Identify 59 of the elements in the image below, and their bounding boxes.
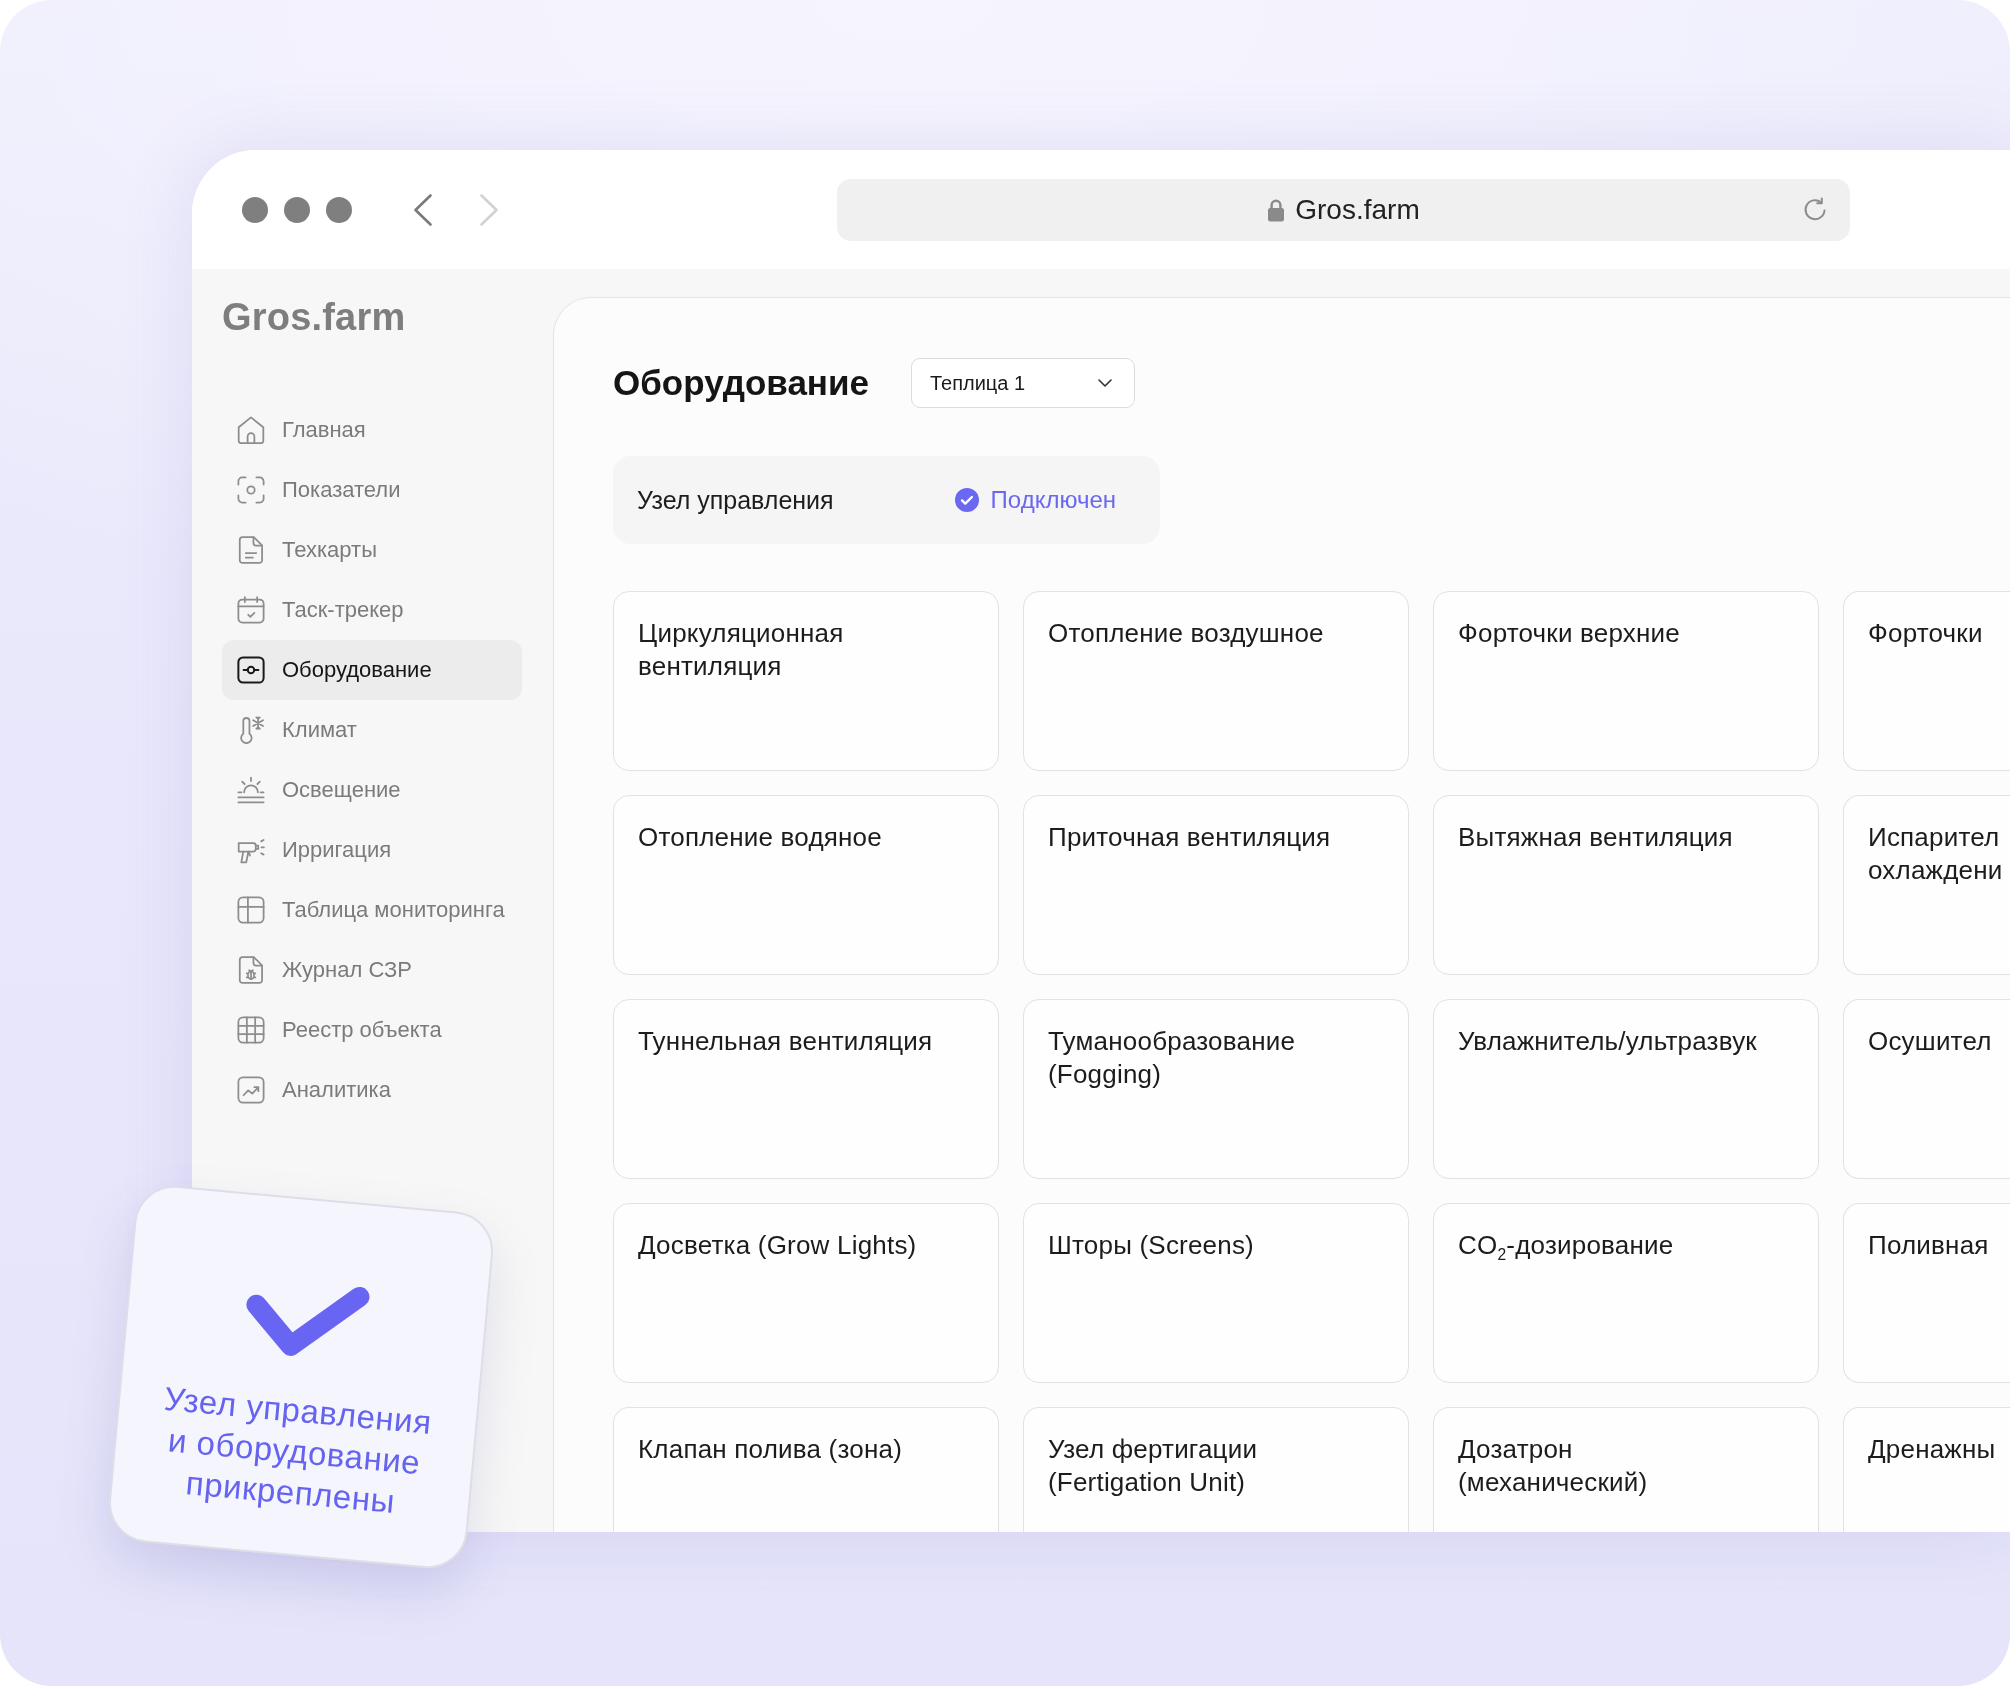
window-control-dot-icon[interactable] — [284, 196, 310, 223]
equipment-card[interactable]: Увлажнитель/ультразвук — [1433, 999, 1819, 1179]
equipment-card[interactable]: Отопление воздушное — [1023, 591, 1409, 771]
equipment-card[interactable]: Туннельная вентиляция — [613, 999, 999, 1179]
equipment-card[interactable]: Вытяжная вентиляция — [1433, 795, 1819, 975]
equipment-card[interactable]: Досветка (Grow Lights) — [613, 1203, 999, 1383]
sunrise-icon — [237, 776, 265, 804]
sidebar-item[interactable]: Главная — [222, 400, 522, 460]
node-square-icon — [237, 656, 265, 684]
equipment-card[interactable]: Поливная — [1843, 1203, 2010, 1383]
table-icon — [237, 896, 265, 924]
scan-icon — [237, 476, 265, 504]
chevron-down-icon — [1098, 379, 1112, 387]
equipment-card[interactable]: Дозатрон (механический) — [1433, 1407, 1819, 1532]
lock-icon — [1267, 197, 1286, 222]
thermometer-snowflake-icon — [237, 716, 265, 744]
equipment-card[interactable]: Циркуляционная вентиляция — [613, 591, 999, 771]
spray-gun-icon — [237, 836, 265, 864]
connection-status: Подключен — [990, 486, 1116, 514]
equipment-card[interactable]: Клапан полива (зона) — [613, 1407, 999, 1532]
sidebar-item[interactable]: Таск-трекер — [222, 580, 522, 640]
window-control-dot-icon[interactable] — [326, 196, 352, 223]
sidebar-item[interactable]: Реестр объекта — [222, 1000, 522, 1060]
chevron-left-icon[interactable] — [413, 192, 433, 227]
address-bar[interactable]: Gros.farm — [837, 178, 1850, 241]
home-icon — [237, 416, 265, 444]
greenhouse-dropdown[interactable]: Теплица 1 — [911, 358, 1135, 408]
equipment-card[interactable]: Туманообразование (Fogging) — [1023, 999, 1409, 1179]
calendar-check-icon — [237, 596, 265, 624]
page-title: Оборудование — [613, 362, 869, 404]
equipment-card[interactable]: Отопление водяное — [613, 795, 999, 975]
equipment-card[interactable]: Узел фертигации (Fertigation Unit) — [1023, 1407, 1409, 1532]
sidebar-item[interactable]: Техкарты — [222, 520, 522, 580]
equipment-card[interactable]: CO$_{2}$-дозирование — [1433, 1203, 1819, 1383]
sidebar-item[interactable]: Освещение — [222, 760, 522, 820]
sidebar-item[interactable]: Оборудование — [222, 640, 522, 700]
node-label: Узел управления — [637, 485, 834, 515]
equipment-card[interactable]: Приточная вентиляция — [1023, 795, 1409, 975]
badge-caption: Узел управления и оборудование прикреплены — [161, 1378, 434, 1522]
equipment-card[interactable]: Осушител — [1843, 999, 2010, 1179]
equipment-card[interactable]: Шторы (Screens) — [1023, 1203, 1409, 1383]
sidebar-item[interactable]: Климат — [222, 700, 522, 760]
sidebar-item[interactable]: Аналитика — [222, 1060, 522, 1120]
grid-icon — [237, 1016, 265, 1044]
sidebar-item[interactable]: Показатели — [222, 460, 522, 520]
trend-chart-icon — [237, 1076, 265, 1104]
document-bug-icon — [237, 956, 265, 984]
equipment-card[interactable]: Испарител охлаждени — [1843, 795, 2010, 975]
equipment-card[interactable]: Форточки — [1843, 591, 2010, 771]
url-text: Gros.farm — [1295, 192, 1420, 227]
reload-icon[interactable] — [1802, 196, 1828, 223]
sidebar-item[interactable]: Ирригация — [222, 820, 522, 880]
sidebar-item[interactable]: Таблица мониторинга — [222, 880, 522, 940]
window-control-dot-icon[interactable] — [242, 196, 268, 223]
equipment-card[interactable]: Форточки верхние — [1433, 591, 1819, 771]
sidebar-item[interactable]: Журнал СЗР — [222, 940, 522, 1000]
document-icon — [237, 536, 265, 564]
app-logo: Gros.farm — [222, 297, 406, 337]
equipment-card[interactable]: Дренажны — [1843, 1407, 2010, 1532]
